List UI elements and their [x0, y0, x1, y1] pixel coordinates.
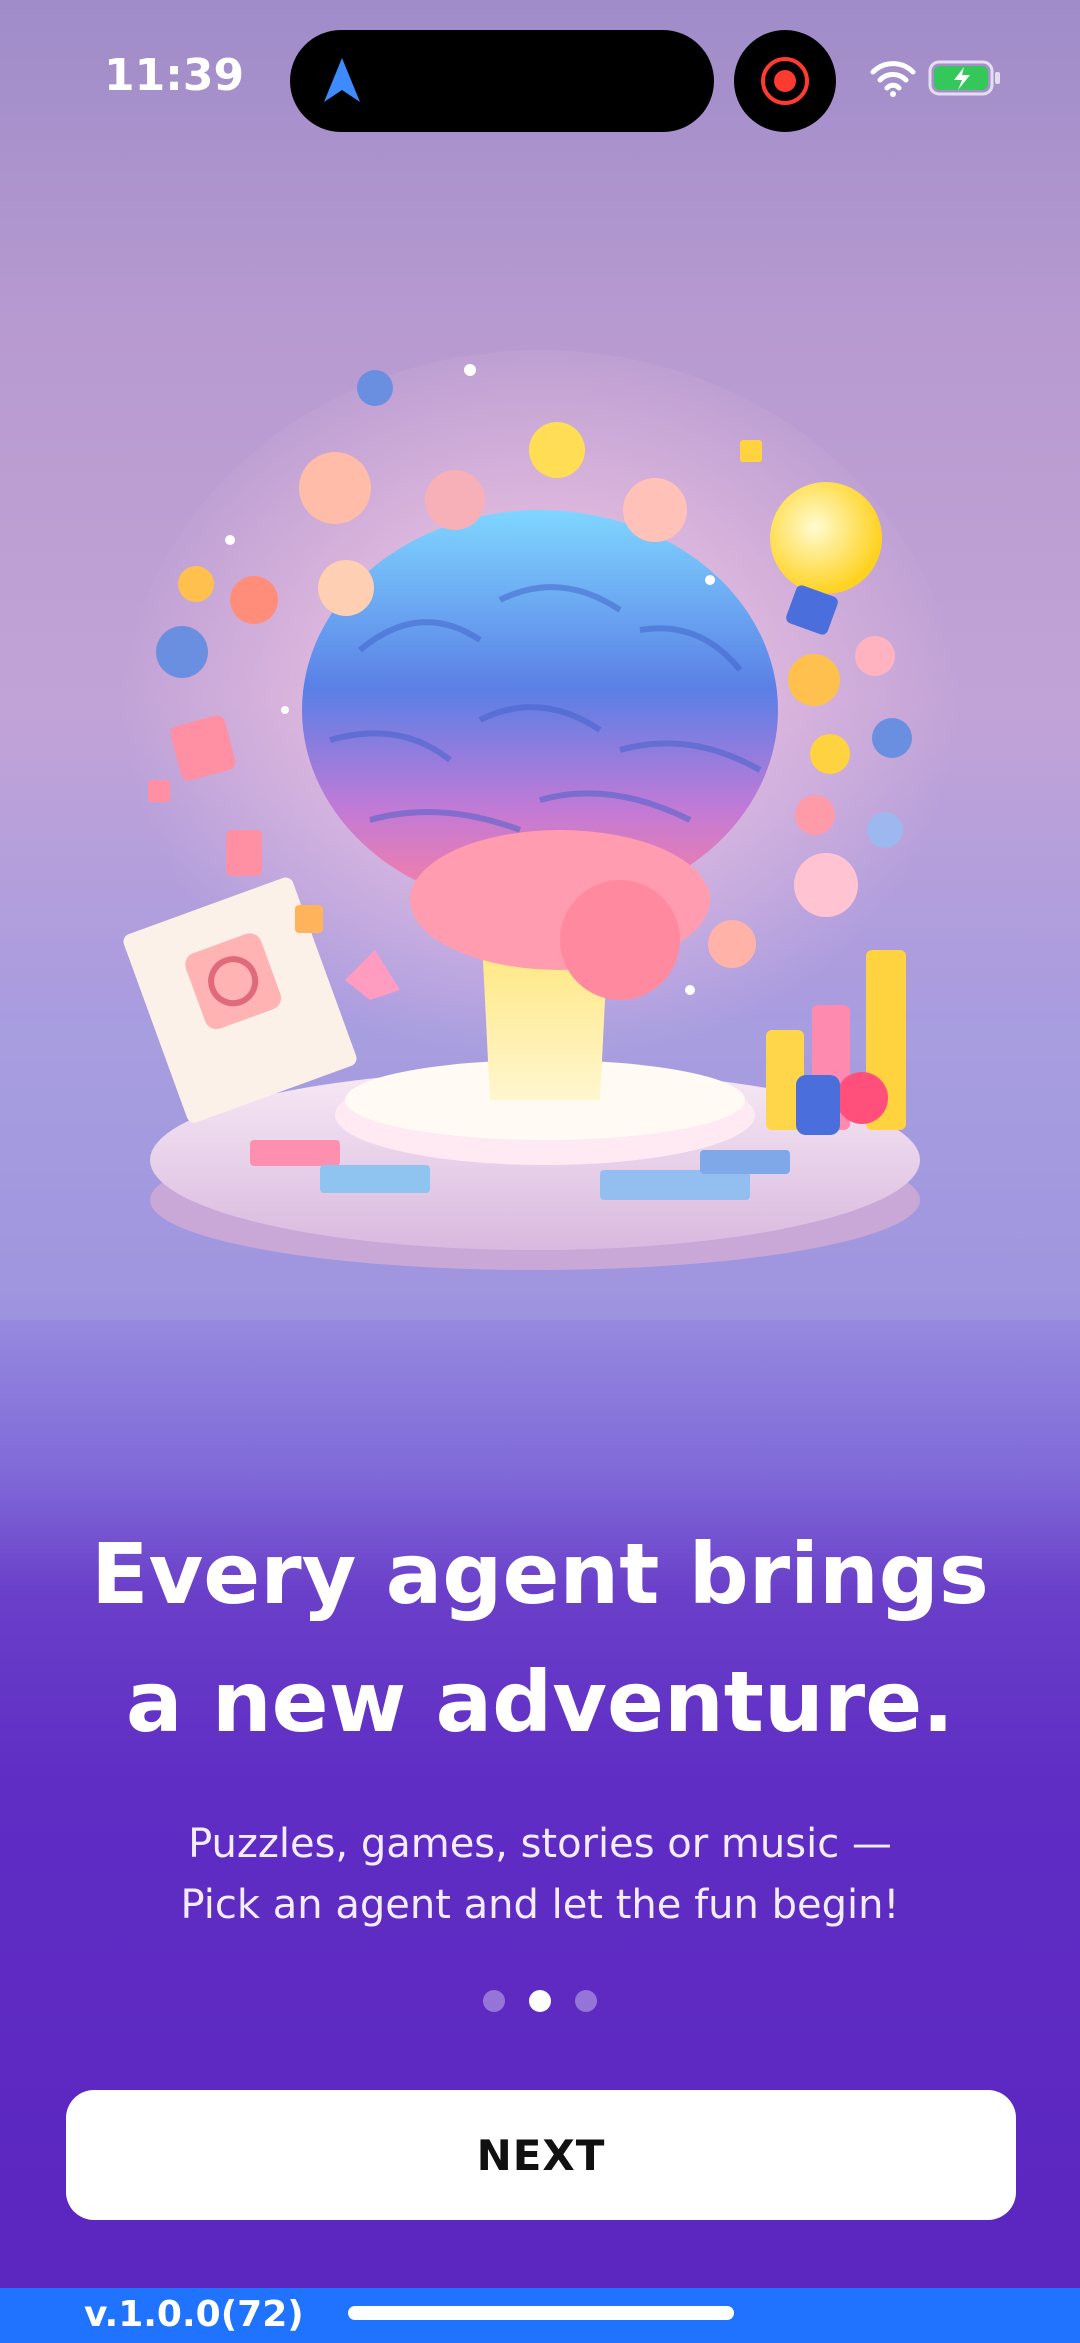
screen-record-indicator — [734, 30, 836, 132]
page-indicator — [0, 1990, 1080, 2012]
record-icon — [761, 57, 809, 105]
navigation-arrow-icon — [324, 58, 360, 102]
page-dot-2[interactable] — [529, 1990, 551, 2012]
status-time: 11:39 — [104, 50, 245, 101]
subtitle-line-1: Puzzles, games, stories or music — — [188, 1821, 892, 1867]
next-button[interactable]: NEXT — [66, 2090, 1016, 2220]
headline-line-2: a new adventure. — [125, 1653, 955, 1751]
onboarding-subtitle: Puzzles, games, stories or music — Pick … — [40, 1814, 1040, 1936]
page-dot-1[interactable] — [483, 1990, 505, 2012]
headline-line-1: Every agent brings — [91, 1525, 989, 1623]
wifi-icon — [870, 61, 916, 97]
battery-charging-icon — [928, 60, 1000, 96]
onboarding-headline: Every agent brings a new adventure. — [40, 1510, 1040, 1766]
home-indicator[interactable] — [348, 2306, 734, 2320]
brain-illustration — [0, 350, 1080, 1320]
app-version: v.1.0.0(72) — [84, 2294, 304, 2335]
subtitle-line-2: Pick an agent and let the fun begin! — [180, 1882, 900, 1928]
page-dot-3[interactable] — [575, 1990, 597, 2012]
